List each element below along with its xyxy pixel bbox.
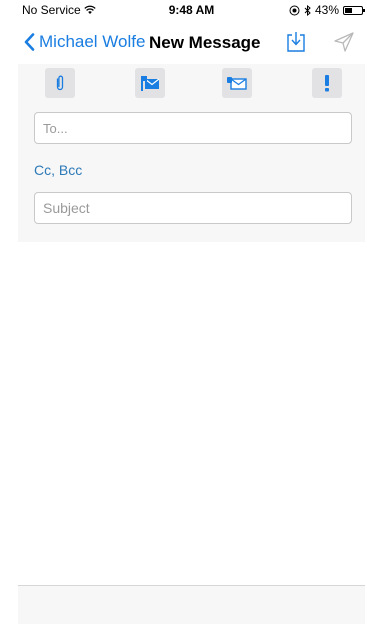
chevron-left-icon [24,33,35,51]
nav-bar: Michael Wolfe New Message [18,20,365,64]
read-receipt-button[interactable] [135,68,165,98]
battery-percent: 43% [314,3,339,17]
delivery-receipt-button[interactable] [222,68,252,98]
left-edge [0,0,18,624]
cc-bcc-link[interactable]: Cc, Bcc [34,162,82,178]
back-label: Michael Wolfe [39,32,146,51]
attachment-icon [56,75,64,91]
location-icon [289,5,300,15]
status-right-group: 43% [289,3,365,17]
page-title: New Message [149,33,261,52]
high-priority-icon [325,75,329,92]
screen: No Service 9:48 AM 43% Michael Wolfe New… [0,0,367,624]
subject-field[interactable] [34,192,352,224]
attachment-button[interactable] [45,68,75,98]
compose-toolbar [18,68,365,102]
bottom-bar [18,585,365,624]
request-delivery-receipt-icon [227,77,247,90]
request-read-receipt-icon [141,76,160,91]
to-field[interactable] [34,112,352,144]
priority-button[interactable] [312,68,342,98]
battery-icon [343,5,365,15]
message-body[interactable] [18,242,365,585]
bluetooth-icon [304,4,311,16]
status-bar: No Service 9:48 AM 43% [18,0,365,20]
compose-header: Cc, Bcc [18,64,365,242]
send-icon[interactable] [332,30,356,54]
battery-level [345,7,352,13]
back-button[interactable]: Michael Wolfe [24,32,145,52]
save-draft-icon[interactable] [284,30,308,54]
compose-screen: No Service 9:48 AM 43% Michael Wolfe New… [18,0,365,624]
